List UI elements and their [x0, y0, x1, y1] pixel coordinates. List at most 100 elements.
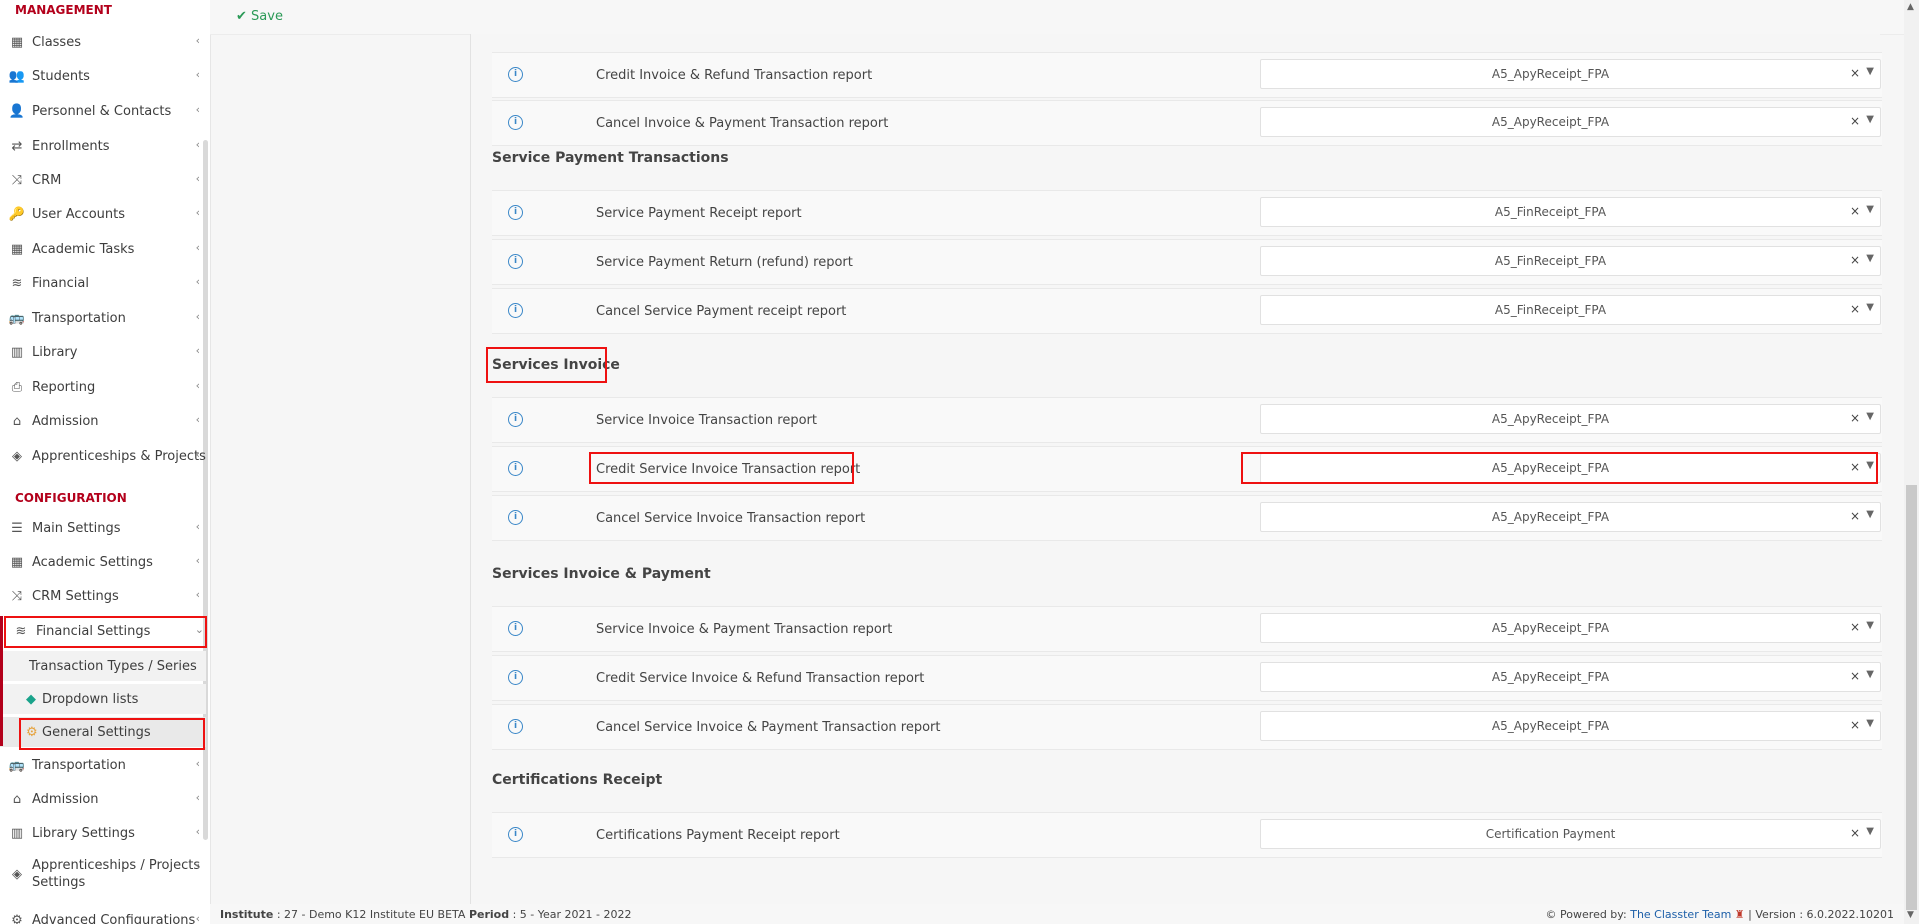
sidebar-item-admission[interactable]: ⌂ Admission ‹	[0, 784, 206, 814]
sidebar-item-label: Apprenticeships & Projects	[32, 448, 206, 464]
bus-icon: 🚌	[8, 310, 26, 326]
info-icon[interactable]: i	[508, 827, 523, 842]
clear-icon[interactable]: ×	[1850, 411, 1860, 425]
sidebar-item-library[interactable]: ▥ Library ‹	[0, 337, 206, 367]
dropdown-arrow-icon[interactable]: ▼	[1866, 669, 1874, 680]
report-template-select[interactable]: A5_ApyReceipt_FPA × ▼	[1260, 613, 1881, 643]
sidebar-item-students[interactable]: 👥 Students ‹	[0, 61, 206, 91]
page-scrollbar-thumb[interactable]	[1906, 485, 1917, 910]
report-template-select[interactable]: A5_FinReceipt_FPA × ▼	[1260, 197, 1881, 227]
dropdown-arrow-icon[interactable]: ▼	[1866, 114, 1874, 125]
sidebar-item-apprenticeships-projects-settings[interactable]: ◈ Apprenticeships / Projects Settings ‹	[0, 852, 206, 896]
report-template-select[interactable]: Certification Payment × ▼	[1260, 819, 1881, 849]
dropdown-arrow-icon[interactable]: ▼	[1866, 460, 1874, 471]
sidebar-item-academic-tasks[interactable]: ▦ Academic Tasks ‹	[0, 234, 206, 264]
clear-icon[interactable]: ×	[1850, 620, 1860, 634]
sidebar-item-academic-settings[interactable]: ▦ Academic Settings ‹	[0, 547, 206, 577]
info-icon[interactable]: i	[508, 254, 523, 269]
dropdown-arrow-icon[interactable]: ▼	[1866, 509, 1874, 520]
selected-template: Certification Payment	[1485, 827, 1616, 841]
clear-icon[interactable]: ×	[1850, 66, 1860, 80]
info-icon[interactable]: i	[508, 510, 523, 525]
info-icon[interactable]: i	[508, 115, 523, 130]
clear-icon[interactable]: ×	[1850, 718, 1860, 732]
chevron-left-icon: ‹	[195, 825, 200, 838]
sidebar-item-general-settings[interactable]: ⚙ General Settings	[0, 717, 206, 747]
report-template-select[interactable]: A5_FinReceipt_FPA × ▼	[1260, 246, 1881, 276]
dropdown-arrow-icon[interactable]: ▼	[1866, 620, 1874, 631]
chevron-left-icon: ‹	[195, 757, 200, 770]
info-icon[interactable]: i	[508, 412, 523, 427]
sidebar-item-financial-settings[interactable]: ≋ Financial Settings ⌄	[0, 616, 210, 646]
sidebar-item-label: CRM	[32, 172, 62, 188]
scroll-down-icon[interactable]: ▼	[1907, 910, 1914, 920]
sidebar-item-enrollments[interactable]: ⇄ Enrollments ‹	[0, 131, 206, 161]
sidebar-item-library-settings[interactable]: ▥ Library Settings ‹	[0, 818, 206, 848]
info-icon[interactable]: i	[508, 621, 523, 636]
sidebar-item-crm-settings[interactable]: ⤨ CRM Settings ‹	[0, 581, 206, 611]
sidebar-item-reporting[interactable]: ⎙ Reporting ‹	[0, 372, 206, 402]
sidebar-item-user-accounts[interactable]: 🔑 User Accounts ‹	[0, 199, 206, 229]
sidebar-item-financial[interactable]: ≋ Financial ‹	[0, 268, 206, 298]
sidebar-item-crm[interactable]: ⤨ CRM ‹	[0, 165, 206, 195]
report-template-select[interactable]: A5_ApyReceipt_FPA × ▼	[1260, 453, 1881, 483]
clear-icon[interactable]: ×	[1850, 509, 1860, 523]
footer: Institute : 27 - Demo K12 Institute EU B…	[210, 904, 1904, 924]
info-icon[interactable]: i	[508, 205, 523, 220]
management-heading: MANAGEMENT	[15, 3, 112, 17]
sidebar-item-apprenticeships-projects[interactable]: ◈ Apprenticeships & Projects ‹	[0, 441, 206, 471]
scroll-up-icon[interactable]: ▲	[1907, 2, 1914, 12]
dropdown-arrow-icon[interactable]: ▼	[1866, 66, 1874, 77]
sidebar-item-advanced-configurations[interactable]: ⚙ Advanced Configurations ‹	[0, 905, 206, 924]
report-template-select[interactable]: A5_ApyReceipt_FPA × ▼	[1260, 107, 1881, 137]
info-icon[interactable]: i	[508, 719, 523, 734]
sidebar-item-admission[interactable]: ⌂ Admission ‹	[0, 406, 206, 436]
dropdown-arrow-icon[interactable]: ▼	[1866, 826, 1874, 837]
sidebar-item-personnel-contacts[interactable]: 👤 Personnel & Contacts ‹	[0, 96, 206, 126]
info-icon[interactable]: i	[508, 67, 523, 82]
sidebar-item-label: Transaction Types / Series	[29, 658, 197, 674]
box-icon: ◈	[12, 448, 22, 464]
info-icon[interactable]: i	[508, 670, 523, 685]
clear-icon[interactable]: ×	[1850, 302, 1860, 316]
report-template-select[interactable]: A5_ApyReceipt_FPA × ▼	[1260, 711, 1881, 741]
dropdown-arrow-icon[interactable]: ▼	[1866, 253, 1874, 264]
settings-row: i Cancel Service Payment receipt report A5…	[492, 288, 1882, 334]
chevron-left-icon: ‹	[195, 68, 200, 81]
dropdown-arrow-icon[interactable]: ▼	[1866, 302, 1874, 313]
clear-icon[interactable]: ×	[1850, 114, 1860, 128]
clear-icon[interactable]: ×	[1850, 460, 1860, 474]
settings-row: i Credit Invoice & Refund Transaction rep…	[492, 52, 1882, 98]
classter-team-link[interactable]: The Classter Team	[1630, 908, 1731, 921]
dropdown-arrow-icon[interactable]: ▼	[1866, 411, 1874, 422]
report-template-select[interactable]: A5_ApyReceipt_FPA × ▼	[1260, 59, 1881, 89]
footer-info: Institute : 27 - Demo K12 Institute EU B…	[220, 908, 632, 921]
sidebar-item-classes[interactable]: ▦ Classes ‹	[0, 27, 206, 57]
clear-icon[interactable]: ×	[1850, 253, 1860, 267]
sidebar-item-transaction-types-series[interactable]: Transaction Types / Series	[0, 651, 206, 681]
save-button[interactable]: ✔ Save	[236, 9, 283, 24]
dropdown-arrow-icon[interactable]: ▼	[1866, 718, 1874, 729]
sidebar-item-main-settings[interactable]: ☰ Main Settings ‹	[0, 513, 206, 543]
library-icon: ▥	[10, 825, 24, 841]
clear-icon[interactable]: ×	[1850, 669, 1860, 683]
report-template-select[interactable]: A5_ApyReceipt_FPA × ▼	[1260, 404, 1881, 434]
report-template-select[interactable]: A5_ApyReceipt_FPA × ▼	[1260, 502, 1881, 532]
settings-row: i Certifications Payment Receipt report Ce…	[492, 812, 1882, 858]
info-icon[interactable]: i	[508, 303, 523, 318]
report-label: Credit Service Invoice & Refund Transact…	[596, 671, 925, 686]
report-template-select[interactable]: A5_ApyReceipt_FPA × ▼	[1260, 662, 1881, 692]
sidebar-item-dropdown-lists[interactable]: ◆ Dropdown lists	[0, 684, 206, 714]
sidebar-item-transportation[interactable]: 🚌 Transportation ‹	[0, 750, 206, 780]
sidebar-item-label: Academic Settings	[32, 554, 153, 570]
personnel-icon: 👤	[8, 103, 26, 119]
clear-icon[interactable]: ×	[1850, 826, 1860, 840]
settings-row: i Credit Service Invoice Transaction repo…	[492, 446, 1882, 492]
dropdown-arrow-icon[interactable]: ▼	[1866, 204, 1874, 215]
section-title: Certifications Receipt	[492, 772, 663, 788]
clear-icon[interactable]: ×	[1850, 204, 1860, 218]
report-template-select[interactable]: A5_FinReceipt_FPA × ▼	[1260, 295, 1881, 325]
sidebar-item-transportation[interactable]: 🚌 Transportation ‹	[0, 303, 206, 333]
info-icon[interactable]: i	[508, 461, 523, 476]
box-icon: ◈	[12, 866, 22, 882]
